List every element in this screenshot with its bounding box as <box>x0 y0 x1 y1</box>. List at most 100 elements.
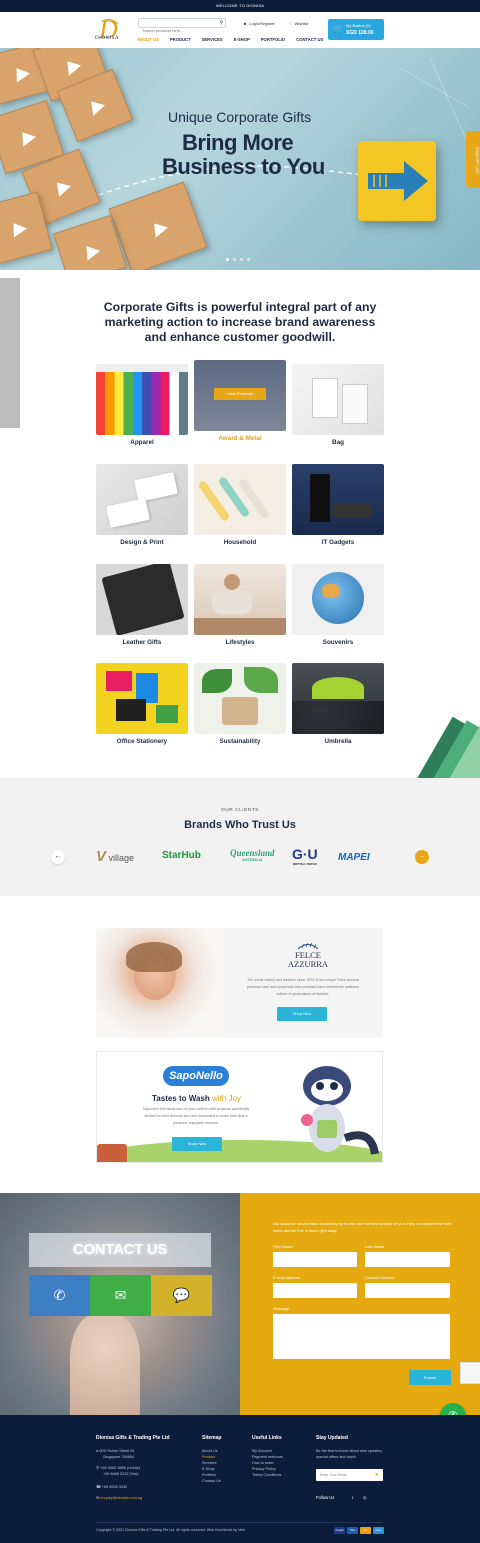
category-image <box>292 364 384 435</box>
carousel-dot[interactable] <box>247 258 250 261</box>
first-name-field[interactable] <box>273 1252 357 1267</box>
address-line1: 606 Yishun Street 81 <box>99 1449 135 1453</box>
email-link[interactable]: enquiry@dionisa.com.sg <box>100 1496 142 1500</box>
recaptcha-badge[interactable] <box>460 1362 480 1384</box>
fax-number: +65 6555 3430 <box>101 1485 128 1489</box>
footer-phones: ✆ +65 9060 3888 (Lizelle) +65 8468 5232 … <box>96 1465 140 1477</box>
contact-image-panel: CONTACT US ✆ ✉ 💬 <box>0 1193 240 1415</box>
nav-contact-us[interactable]: CONTACT US <box>296 37 323 42</box>
email-field[interactable] <box>273 1283 357 1298</box>
color-fan-decoration <box>0 275 20 432</box>
category-label: Office Stationery <box>116 738 168 745</box>
wishlist-link[interactable]: ♡ Wishlist <box>289 21 308 26</box>
felce-azzurra-promo: FELCE AZZURRA The whole history and trad… <box>96 928 383 1038</box>
login-link[interactable]: ☻ Login/Register <box>243 21 275 26</box>
hero-title-line1: Bring More <box>182 130 294 155</box>
footer-divider <box>96 1522 383 1523</box>
category-label: Apparel <box>130 439 154 446</box>
submit-button[interactable]: Submit <box>409 1370 451 1385</box>
category-label: Award & Metal <box>218 435 262 442</box>
category-bag[interactable]: Bag <box>292 364 384 446</box>
paypal-icon: PayPal <box>334 1527 345 1534</box>
brands-title: Brands Who Trust Us <box>184 819 296 831</box>
site-footer: Dionisa Gifts & Trading Pte Ltd ● 606 Yi… <box>0 1415 480 1543</box>
carousel-dot[interactable] <box>226 258 229 261</box>
view-products-button[interactable]: View Products <box>214 388 266 400</box>
category-image <box>96 564 188 635</box>
category-image <box>96 663 188 734</box>
category-household[interactable]: Household <box>194 464 286 546</box>
email-tile[interactable]: ✉ <box>90 1275 151 1316</box>
facebook-icon[interactable]: f <box>352 1495 353 1501</box>
useful-link[interactable]: Terms Conditions <box>252 1472 283 1478</box>
chat-tile[interactable]: 💬 <box>151 1275 212 1316</box>
saponello-promo: SapoNello Tastes to Wash with Joy Sapone… <box>96 1051 383 1163</box>
category-apparel[interactable]: Apparel <box>96 364 188 446</box>
nav-services[interactable]: SERVICES <box>202 37 223 42</box>
sitemap-link[interactable]: Contact Us <box>202 1478 221 1484</box>
search-icon[interactable]: ⚲ <box>219 20 223 26</box>
phone-icon: ✆ <box>96 1466 100 1470</box>
visa-icon: Visa <box>347 1527 358 1534</box>
phone-tile[interactable]: ✆ <box>29 1275 90 1316</box>
category-umbrella[interactable]: Umbrella <box>292 663 384 745</box>
category-office-stationery[interactable]: Office Stationery <box>96 663 188 745</box>
brand-logo-village: V village <box>96 848 134 865</box>
saponello-shop-now-button[interactable]: Shop Now <box>172 1137 222 1151</box>
fax-icon: ☎ <box>96 1485 101 1489</box>
contact-number-label: Contact Number <box>365 1275 395 1280</box>
arrow-icon <box>368 161 428 201</box>
basket-button[interactable]: 🛒 My Basket (0) SGD 128.00 <box>328 19 384 40</box>
brand-logo-gu: G·U BRITISH UNITED <box>292 846 318 866</box>
yellow-arrow-block <box>358 141 436 221</box>
saponello-title-accent: with Joy <box>212 1094 241 1103</box>
send-icon[interactable]: ➤ <box>375 1469 379 1481</box>
nav-portfolio[interactable]: PORTFOLIO <box>261 37 285 42</box>
phone1[interactable]: +65 9060 3888 (Lizelle) <box>100 1466 140 1470</box>
sitemap-heading: Sitemap <box>202 1435 222 1441</box>
basket-label: My Basket (0) <box>346 23 371 28</box>
stay-updated-heading: Stay Updated <box>316 1435 348 1441</box>
category-design-print[interactable]: Design & Print <box>96 464 188 546</box>
location-pin-icon: ● <box>96 1449 99 1453</box>
nav-about-us[interactable]: ABOUT US <box>137 37 159 42</box>
category-lifestyles[interactable]: Lifestyles <box>194 564 286 646</box>
enquiry-list-tab[interactable]: ENQUIRY LIST <box>466 131 480 187</box>
category-image <box>194 464 286 535</box>
category-souvenirs[interactable]: Souvenirs <box>292 564 384 646</box>
contact-number-field[interactable] <box>365 1283 450 1298</box>
carousel-dot[interactable] <box>240 258 243 261</box>
phone-icon: ✆ <box>53 1287 66 1303</box>
category-label: IT Gadgets <box>321 539 355 546</box>
message-textarea[interactable] <box>273 1314 450 1359</box>
nav-e-shop[interactable]: E-SHOP <box>234 37 250 42</box>
saponello-logo: SapoNello <box>163 1066 229 1086</box>
felce-azzurra-description: The whole history and tradition since 19… <box>246 978 360 996</box>
contact-form-intro: Our customer service team is standing by… <box>273 1222 452 1233</box>
category-award-metal[interactable]: View Products Award & Metal <box>194 360 286 442</box>
brands-eyebrow: OUR CLIENTS <box>221 808 259 813</box>
search-input[interactable] <box>139 26 209 35</box>
phone2[interactable]: +65 8468 5232 (Yee) <box>96 1472 138 1476</box>
dionisa-logo[interactable]: D <box>96 15 126 46</box>
carousel-dot[interactable] <box>233 258 236 261</box>
instagram-icon[interactable]: ◎ <box>363 1495 366 1501</box>
basket-total: SGD 128.00 <box>346 30 374 36</box>
category-label: Sustainability <box>219 738 261 745</box>
nav-product[interactable]: PRODUCT <box>170 37 191 42</box>
category-leather-gifts[interactable]: Leather Gifts <box>96 564 188 646</box>
category-it-gadgets[interactable]: IT Gadgets <box>292 464 384 546</box>
last-name-field[interactable] <box>365 1252 450 1267</box>
newsletter-input[interactable]: Enter Your Email ➤ <box>316 1469 383 1481</box>
useful-links: My Account Payment methods How to order … <box>252 1448 283 1478</box>
brands-prev-button[interactable]: ← <box>51 850 65 864</box>
brand-subtitle: AUSTRALIA <box>242 858 263 862</box>
mastercard-icon: MC <box>360 1527 371 1534</box>
felce-azzurra-shop-now-button[interactable]: Shop Now <box>277 1007 327 1021</box>
brands-section: OUR CLIENTS Brands Who Trust Us ← → V vi… <box>0 778 480 896</box>
brands-next-button[interactable]: → <box>415 850 429 864</box>
bath-woman-image <box>96 928 222 1038</box>
category-sustainability[interactable]: Sustainability <box>194 663 286 745</box>
category-image <box>292 464 384 535</box>
category-image <box>292 564 384 635</box>
